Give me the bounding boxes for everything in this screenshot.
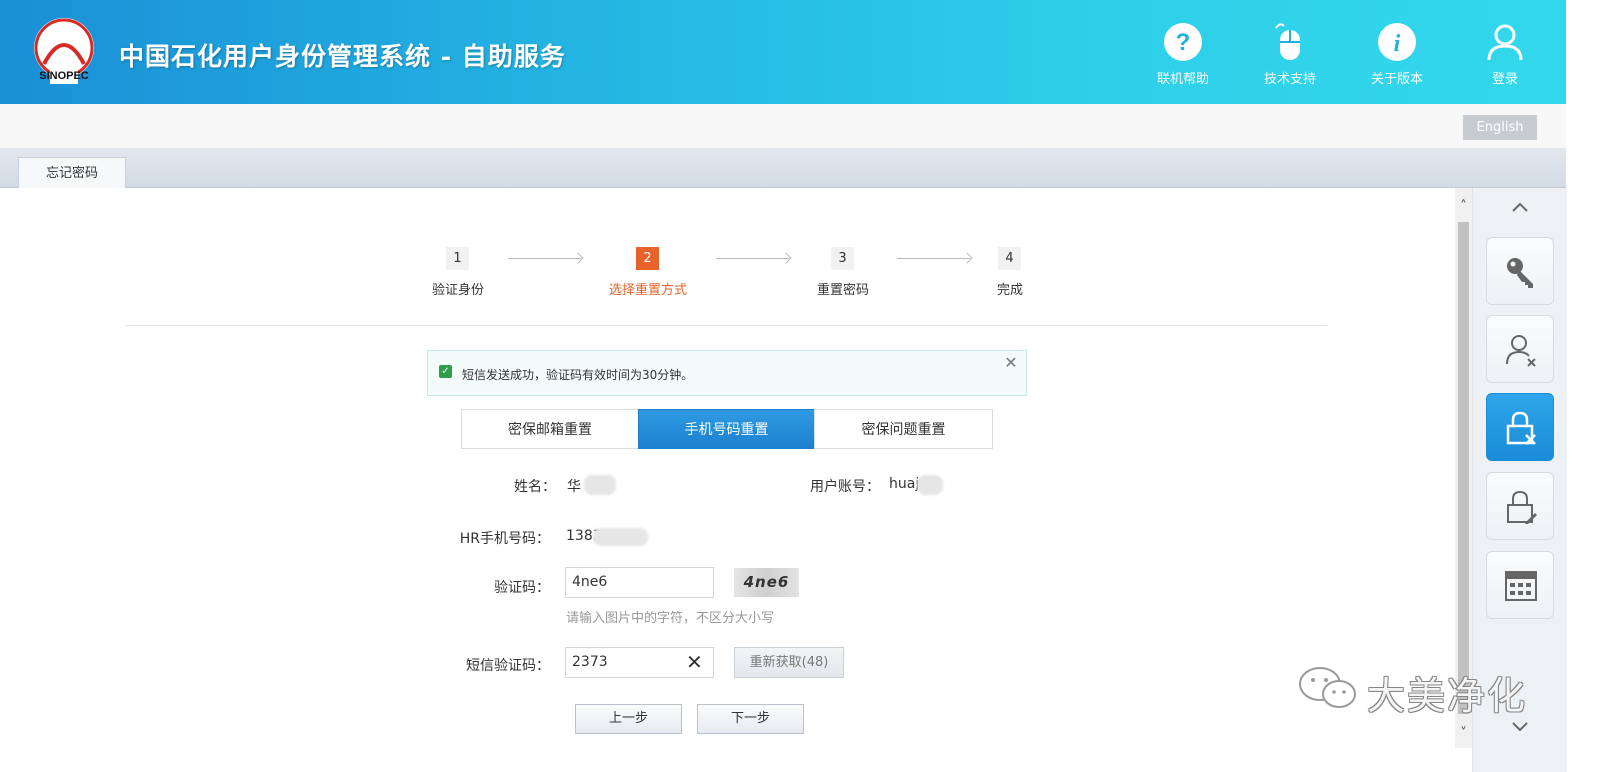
tab-email-reset[interactable]: 密保邮箱重置 — [461, 409, 639, 449]
resend-button[interactable]: 重新获取(48) — [734, 647, 844, 678]
help-label: 联机帮助 — [1156, 72, 1209, 87]
help-button[interactable]: ? 联机帮助 — [1143, 22, 1223, 87]
main-content — [0, 188, 1455, 772]
login-label: 登录 — [1491, 72, 1518, 87]
sinopec-logo: SINOPEC — [34, 18, 94, 84]
captcha-image[interactable]: 4ne6 — [734, 568, 799, 597]
user-icon — [1487, 24, 1523, 61]
tab-question-reset[interactable]: 密保问题重置 — [814, 409, 993, 449]
redaction-blur — [584, 475, 616, 495]
tab-phone-reset[interactable]: 手机号码重置 — [638, 409, 815, 449]
login-button[interactable]: 登录 — [1465, 22, 1545, 87]
sidebar-calculator-button[interactable] — [1486, 551, 1554, 619]
key-icon — [1507, 258, 1533, 288]
help-icon: ? — [1164, 23, 1202, 61]
svg-text:?: ? — [1176, 29, 1191, 56]
account-value: huaj — [889, 476, 920, 492]
step-arrow — [508, 258, 581, 259]
phone-label: HR手机号码： — [459, 531, 550, 547]
section-divider — [126, 325, 1327, 326]
lock-edit-icon — [1507, 490, 1537, 524]
watermark-text: 大美净化 — [1367, 674, 1528, 718]
info-icon: i — [1378, 23, 1416, 61]
clear-icon[interactable]: ✕ — [686, 652, 703, 672]
sidebar-lock-remove-button[interactable] — [1486, 393, 1554, 461]
english-button[interactable]: English — [1463, 115, 1537, 140]
step-2-label: 选择重置方式 — [608, 283, 687, 298]
name-value: 华 — [567, 479, 581, 495]
close-icon[interactable]: ✕ — [1004, 355, 1018, 371]
about-label: 关于版本 — [1370, 72, 1423, 87]
redaction-blur — [593, 528, 648, 546]
tab-bar — [0, 148, 1566, 188]
sms-label: 短信验证码： — [466, 658, 550, 674]
redaction-blur — [917, 475, 943, 495]
check-icon: ✓ — [439, 365, 452, 378]
step-arrow — [897, 258, 970, 259]
user-remove-icon — [1506, 335, 1536, 367]
notice-text: 短信发送成功，验证码有效时间为30分钟。 — [462, 368, 694, 382]
scroll-up-icon[interactable]: ˄ — [1455, 198, 1472, 215]
wechat-watermark-icon — [1299, 667, 1356, 708]
prev-button[interactable]: 上一步 — [575, 704, 682, 734]
sidebar-user-remove-button[interactable] — [1486, 315, 1554, 383]
window-edge — [1566, 0, 1597, 772]
account-label: 用户账号： — [810, 479, 880, 495]
name-label: 姓名： — [514, 479, 556, 495]
captcha-input[interactable]: 4ne6 — [565, 567, 714, 598]
svg-text:i: i — [1394, 31, 1401, 57]
sidebar-key-button[interactable] — [1486, 237, 1554, 305]
mouse-icon — [1275, 23, 1300, 60]
tech-support-label: 技术支持 — [1263, 72, 1316, 87]
captcha-label: 验证码： — [494, 580, 550, 596]
sidebar-lock-edit-button[interactable] — [1486, 472, 1554, 540]
language-bar — [0, 104, 1566, 149]
step-1-label: 验证身份 — [431, 283, 484, 298]
tech-support-button[interactable]: 技术支持 — [1250, 22, 1330, 87]
step-4-label: 完成 — [996, 283, 1023, 298]
step-3-number: 3 — [831, 247, 854, 270]
calculator-icon — [1505, 571, 1537, 601]
step-1-number: 1 — [446, 247, 469, 270]
chevron-up-icon[interactable] — [1505, 196, 1535, 218]
scroll-down-icon[interactable]: ˅ — [1455, 725, 1472, 742]
about-button[interactable]: i 关于版本 — [1357, 22, 1437, 87]
app-title: 中国石化用户身份管理系统 - 自助服务 — [119, 42, 566, 71]
app-header: SINOPEC 中国石化用户身份管理系统 - 自助服务 ? 联机帮助 技术支持 … — [0, 0, 1566, 104]
tab-forgot-password[interactable]: 忘记密码 — [18, 157, 126, 189]
step-arrow — [716, 258, 789, 259]
svg-text:SINOPEC: SINOPEC — [39, 70, 89, 82]
scrollbar-thumb[interactable] — [1458, 222, 1469, 714]
step-3-label: 重置密码 — [816, 283, 869, 298]
lock-remove-icon — [1506, 411, 1536, 445]
step-4-number: 4 — [998, 247, 1021, 270]
next-button[interactable]: 下一步 — [697, 704, 804, 734]
step-2-number: 2 — [636, 247, 659, 270]
captcha-hint: 请输入图片中的字符，不区分大小写 — [566, 611, 775, 626]
